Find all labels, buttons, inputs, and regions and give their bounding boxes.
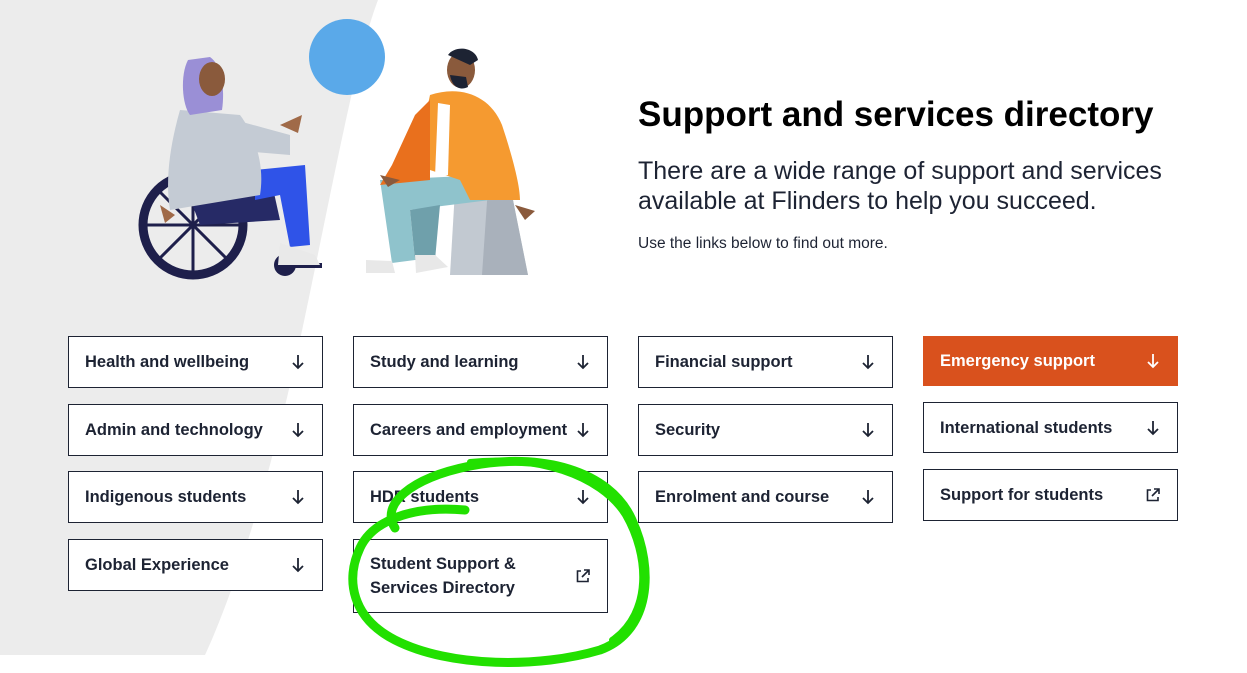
card-global-experience[interactable]: Global Experience (68, 539, 323, 591)
arrow-down-icon (290, 489, 306, 505)
card-label: HDR students (370, 488, 480, 506)
card-emergency-support[interactable]: Emergency support (923, 336, 1178, 386)
arrow-down-icon (575, 422, 591, 438)
card-label: Enrolment and course (655, 488, 830, 506)
external-link-icon (1145, 487, 1161, 503)
arrow-down-icon (860, 422, 876, 438)
instruction-text: Use the links below to find out more. (638, 235, 888, 252)
support-illustration (138, 19, 535, 280)
card-hdr-students[interactable]: HDR students (353, 471, 608, 523)
arrow-down-icon (860, 489, 876, 505)
card-label: Health and wellbeing (85, 353, 250, 371)
card-international-students[interactable]: International students (923, 402, 1178, 453)
arrow-down-icon (575, 489, 591, 505)
card-label: Careers and employment (370, 421, 568, 439)
intro-text: There are a wide range of support and se… (638, 157, 1162, 215)
card-enrolment-and-course[interactable]: Enrolment and course (638, 471, 893, 523)
sitting-person-figure (366, 48, 535, 275)
card-label: Study and learning (370, 353, 519, 371)
card-label: Support for students (940, 486, 1104, 504)
card-label: Security (655, 421, 721, 439)
arrow-down-icon (290, 354, 306, 370)
card-student-support-services-directory[interactable]: Student Support & Services Directory (353, 539, 608, 613)
card-study-and-learning[interactable]: Study and learning (353, 336, 608, 388)
hero-section: Support and services directory There are… (638, 94, 1198, 254)
card-label: Financial support (655, 353, 793, 371)
page-title: Support and services directory (638, 95, 1154, 134)
card-careers-and-employment[interactable]: Careers and employment (353, 404, 608, 456)
card-label: Admin and technology (85, 421, 263, 439)
card-label: Emergency support (940, 352, 1095, 370)
external-link-icon (575, 568, 591, 584)
arrow-down-icon (290, 422, 306, 438)
arrow-down-icon (290, 557, 306, 573)
arrow-down-icon (1145, 353, 1161, 369)
card-label: Indigenous students (85, 488, 247, 506)
wheelchair-person-figure (138, 57, 322, 280)
card-support-for-students[interactable]: Support for students (923, 469, 1178, 521)
arrow-down-icon (1145, 419, 1161, 436)
card-financial-support[interactable]: Financial support (638, 336, 893, 388)
card-security[interactable]: Security (638, 404, 893, 456)
card-label: International students (940, 418, 1113, 437)
card-label: Student Support & Services Directory (370, 555, 516, 597)
arrow-down-icon (860, 354, 876, 370)
card-label: Global Experience (85, 556, 229, 574)
card-health-and-wellbeing[interactable]: Health and wellbeing (68, 336, 323, 388)
card-admin-and-technology[interactable]: Admin and technology (68, 404, 323, 456)
arrow-down-icon (575, 354, 591, 370)
card-indigenous-students[interactable]: Indigenous students (68, 471, 323, 523)
